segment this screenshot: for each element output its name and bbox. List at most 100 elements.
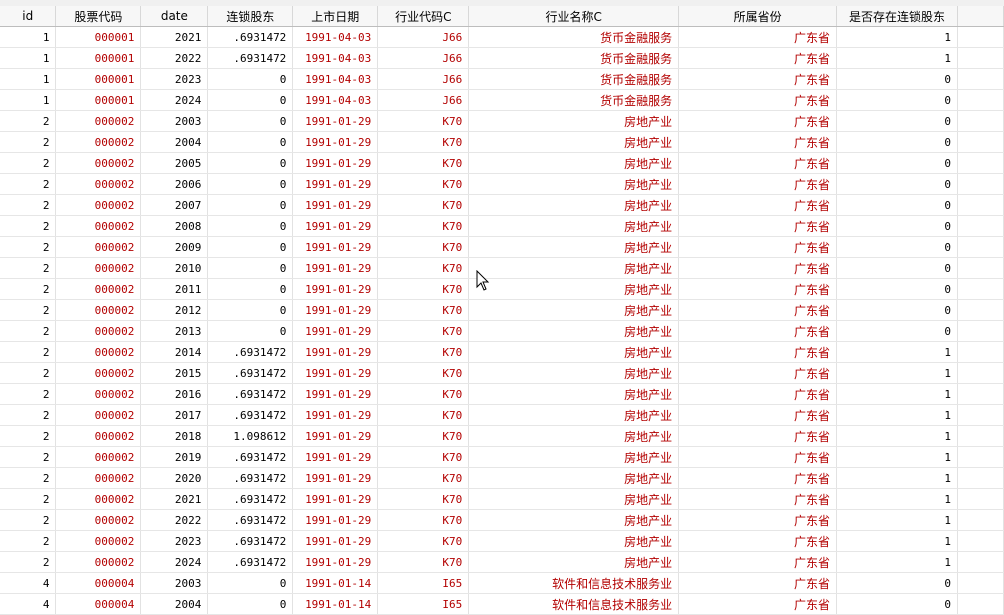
col-province-cell[interactable]: 广东省 bbox=[678, 488, 837, 510]
col-industry-code-cell[interactable]: J66 bbox=[377, 68, 470, 90]
table-row[interactable]: 2 000002 2004 0 1991-01-29 K70 房地产业 广东省 0 bbox=[0, 131, 1004, 153]
col-date-cell[interactable]: 2003 bbox=[140, 572, 209, 594]
col-date-cell[interactable]: 2023 bbox=[140, 68, 209, 90]
col-province-cell[interactable]: 广东省 bbox=[678, 257, 837, 279]
col-industry-name-cell[interactable]: 房地产业 bbox=[468, 446, 680, 468]
col-industry-code-cell[interactable]: K70 bbox=[377, 530, 470, 552]
col-date-cell[interactable]: 2015 bbox=[140, 362, 209, 384]
col-has-interlock-cell[interactable]: 0 bbox=[836, 131, 958, 153]
col-has-interlock-cell[interactable]: 0 bbox=[836, 593, 958, 615]
col-stock-code-cell[interactable]: 000001 bbox=[55, 68, 142, 90]
col-interlock-shareholder-cell[interactable]: .6931472 bbox=[207, 446, 294, 468]
col-has-interlock-cell[interactable]: 0 bbox=[836, 152, 958, 174]
col-id-cell[interactable]: 2 bbox=[0, 341, 57, 363]
col-date-cell[interactable]: 2003 bbox=[140, 110, 209, 132]
col-stock-code-cell[interactable]: 000001 bbox=[55, 47, 142, 69]
col-listing-date-cell[interactable]: 1991-04-03 bbox=[292, 26, 379, 48]
col-industry-name-cell[interactable]: 房地产业 bbox=[468, 215, 680, 237]
col-stock-code-cell[interactable]: 000002 bbox=[55, 467, 142, 489]
col-industry-name-cell[interactable]: 房地产业 bbox=[468, 383, 680, 405]
col-industry-code-cell[interactable]: J66 bbox=[377, 89, 470, 111]
col-province-cell[interactable]: 广东省 bbox=[678, 299, 837, 321]
col-industry-code-cell[interactable]: K70 bbox=[377, 257, 470, 279]
col-listing-date-cell[interactable]: 1991-01-29 bbox=[292, 488, 379, 510]
col-industry-name-cell[interactable]: 房地产业 bbox=[468, 551, 680, 573]
col-listing-date-cell[interactable]: 1991-01-29 bbox=[292, 509, 379, 531]
col-industry-code-cell[interactable]: K70 bbox=[377, 131, 470, 153]
col-interlock-shareholder-cell[interactable]: 0 bbox=[207, 110, 294, 132]
col-industry-code-cell[interactable]: K70 bbox=[377, 446, 470, 468]
col-has-interlock-header[interactable]: 是否存在连锁股东 bbox=[836, 6, 958, 27]
col-industry-name-cell[interactable]: 货币金融服务 bbox=[468, 47, 680, 69]
col-interlock-shareholder-cell[interactable]: 0 bbox=[207, 572, 294, 594]
col-date-cell[interactable]: 2016 bbox=[140, 383, 209, 405]
col-stock-code-cell[interactable]: 000004 bbox=[55, 593, 142, 615]
table-row[interactable]: 1 000001 2022.6931472 1991-04-03 J66 货币金融服务 广东… bbox=[0, 47, 1004, 69]
col-industry-name-cell[interactable]: 房地产业 bbox=[468, 488, 680, 510]
col-industry-name-cell[interactable]: 房地产业 bbox=[468, 278, 680, 300]
col-has-interlock-cell[interactable]: 0 bbox=[836, 89, 958, 111]
col-industry-code-cell[interactable]: K70 bbox=[377, 320, 470, 342]
col-industry-code-cell[interactable]: J66 bbox=[377, 26, 470, 48]
col-id-cell[interactable]: 2 bbox=[0, 446, 57, 468]
col-industry-code-cell[interactable]: K70 bbox=[377, 278, 470, 300]
col-interlock-shareholder-cell[interactable]: .6931472 bbox=[207, 47, 294, 69]
col-stock-code-cell[interactable]: 000002 bbox=[55, 215, 142, 237]
col-date-cell[interactable]: 2021 bbox=[140, 26, 209, 48]
col-id-cell[interactable]: 2 bbox=[0, 257, 57, 279]
col-industry-name-cell[interactable]: 货币金融服务 bbox=[468, 26, 680, 48]
col-industry-code-cell[interactable]: K70 bbox=[377, 194, 470, 216]
col-interlock-shareholder-cell[interactable]: 0 bbox=[207, 173, 294, 195]
col-stock-code-cell[interactable]: 000002 bbox=[55, 341, 142, 363]
table-row[interactable]: 2 000002 2003 0 1991-01-29 K70 房地产业 广东省 0 bbox=[0, 110, 1004, 132]
col-industry-name-cell[interactable]: 房地产业 bbox=[468, 131, 680, 153]
col-listing-date-cell[interactable]: 1991-01-29 bbox=[292, 257, 379, 279]
col-stock-code-cell[interactable]: 000002 bbox=[55, 131, 142, 153]
col-stock-code-cell[interactable]: 000002 bbox=[55, 425, 142, 447]
col-listing-date-cell[interactable]: 1991-01-29 bbox=[292, 110, 379, 132]
col-industry-name-cell[interactable]: 货币金融服务 bbox=[468, 89, 680, 111]
col-stock-code-cell[interactable]: 000001 bbox=[55, 26, 142, 48]
table-row[interactable]: 2 000002 2024.6931472 1991-01-29 K70 房地产业 广东省 1 bbox=[0, 551, 1004, 573]
table-row[interactable]: 4 000004 2004 0 1991-01-14 I65 软件和信息技术服务业 广东省 0 bbox=[0, 593, 1004, 615]
table-row[interactable]: 2 000002 2022.6931472 1991-01-29 K70 房地产业 广东省 1 bbox=[0, 509, 1004, 531]
col-date-cell[interactable]: 2024 bbox=[140, 89, 209, 111]
col-date-cell[interactable]: 2010 bbox=[140, 257, 209, 279]
col-listing-date-cell[interactable]: 1991-01-29 bbox=[292, 299, 379, 321]
col-has-interlock-cell[interactable]: 1 bbox=[836, 425, 958, 447]
col-has-interlock-cell[interactable]: 1 bbox=[836, 383, 958, 405]
col-industry-name-cell[interactable]: 房地产业 bbox=[468, 530, 680, 552]
col-stock-code-cell[interactable]: 000002 bbox=[55, 383, 142, 405]
col-industry-code-cell[interactable]: I65 bbox=[377, 572, 470, 594]
col-province-cell[interactable]: 广东省 bbox=[678, 278, 837, 300]
col-listing-date-cell[interactable]: 1991-01-29 bbox=[292, 446, 379, 468]
col-industry-code-cell[interactable]: K70 bbox=[377, 509, 470, 531]
col-interlock-shareholder-cell[interactable]: .6931472 bbox=[207, 362, 294, 384]
col-province-cell[interactable]: 广东省 bbox=[678, 341, 837, 363]
col-interlock-shareholder-cell[interactable]: .6931472 bbox=[207, 26, 294, 48]
col-listing-date-cell[interactable]: 1991-01-29 bbox=[292, 320, 379, 342]
col-interlock-shareholder-cell[interactable]: 0 bbox=[207, 278, 294, 300]
table-row[interactable]: 2 000002 2013 0 1991-01-29 K70 房地产业 广东省 0 bbox=[0, 320, 1004, 342]
col-has-interlock-cell[interactable]: 0 bbox=[836, 215, 958, 237]
table-row[interactable]: 2 000002 2010 0 1991-01-29 K70 房地产业 广东省 0 bbox=[0, 257, 1004, 279]
col-has-interlock-cell[interactable]: 1 bbox=[836, 488, 958, 510]
col-province-cell[interactable]: 广东省 bbox=[678, 131, 837, 153]
table-row[interactable]: 1 000001 2021.6931472 1991-04-03 J66 货币金融服务 广东… bbox=[0, 26, 1004, 48]
col-stock-code-cell[interactable]: 000002 bbox=[55, 173, 142, 195]
col-interlock-shareholder-cell[interactable]: 0 bbox=[207, 152, 294, 174]
col-interlock-shareholder-cell[interactable]: .6931472 bbox=[207, 551, 294, 573]
col-date-cell[interactable]: 2014 bbox=[140, 341, 209, 363]
col-date-cell[interactable]: 2023 bbox=[140, 530, 209, 552]
col-has-interlock-cell[interactable]: 1 bbox=[836, 26, 958, 48]
col-id-cell[interactable]: 2 bbox=[0, 215, 57, 237]
col-date-cell[interactable]: 2004 bbox=[140, 593, 209, 615]
col-interlock-shareholder-cell[interactable]: 0 bbox=[207, 89, 294, 111]
col-has-interlock-cell[interactable]: 1 bbox=[836, 551, 958, 573]
col-industry-code-cell[interactable]: K70 bbox=[377, 236, 470, 258]
col-id-cell[interactable]: 2 bbox=[0, 362, 57, 384]
table-row[interactable]: 2 000002 2021.6931472 1991-01-29 K70 房地产业 广东省 1 bbox=[0, 488, 1004, 510]
col-has-interlock-cell[interactable]: 1 bbox=[836, 509, 958, 531]
col-id-cell[interactable]: 2 bbox=[0, 152, 57, 174]
col-industry-code-cell[interactable]: K70 bbox=[377, 215, 470, 237]
